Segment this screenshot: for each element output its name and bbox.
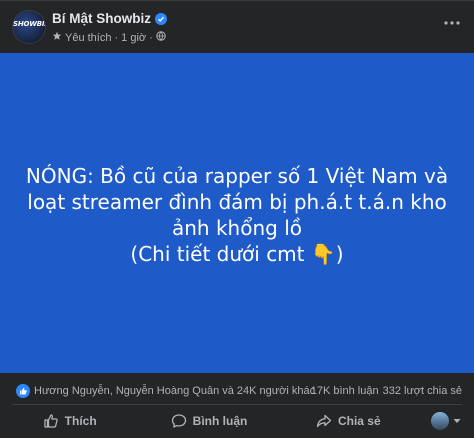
share-icon [316, 414, 332, 428]
post-stats: Hương Nguyễn, Nguyễn Hoàng Quân và 24K n… [0, 381, 474, 403]
avatar-logo-text: SHOWBIZ [13, 20, 46, 28]
page-name[interactable]: Bí Mật Showbiz [52, 11, 167, 26]
post-header: SHOWBIZ Bí Mật Showbiz Yêu thích · 1 giờ… [0, 1, 474, 53]
post-text-banner[interactable]: NÓNG: Bồ cũ của rapper số 1 Việt Nam và … [0, 53, 474, 373]
post-time[interactable]: 1 giờ [121, 32, 146, 44]
audience-globe-icon[interactable] [156, 31, 166, 44]
post-as-profile-selector[interactable] [418, 412, 474, 430]
comment-button[interactable]: Bình luận [139, 406, 278, 436]
shares-count[interactable]: 332 lượt chia sẻ [383, 385, 462, 397]
post-card: SHOWBIZ Bí Mật Showbiz Yêu thích · 1 giờ… [0, 0, 474, 438]
more-horizontal-icon [444, 21, 460, 25]
headline-line: ảnh khổng lồ [172, 216, 302, 240]
engagement-counts: 17K bình luận 332 lượt chia sẻ [311, 385, 462, 397]
verified-badge-icon [155, 12, 167, 25]
reactors-summary[interactable]: Hương Nguyễn, Nguyễn Hoàng Quân và 24K n… [34, 385, 315, 397]
like-icon [44, 414, 58, 428]
like-button[interactable]: Thích [0, 406, 139, 436]
page-name-label[interactable]: Bí Mật Showbiz [52, 11, 151, 26]
share-button[interactable]: Chia sẻ [279, 406, 418, 436]
chevron-down-icon [453, 419, 461, 423]
like-reaction-icon[interactable] [16, 384, 30, 398]
more-options-button[interactable] [440, 13, 464, 33]
meta-separator: · [149, 31, 153, 44]
favorite-icon [52, 31, 62, 44]
comment-icon [171, 414, 186, 428]
post-headline: NÓNG: Bồ cũ của rapper số 1 Việt Nam và … [17, 163, 457, 267]
comments-count[interactable]: 17K bình luận [311, 385, 379, 397]
share-label: Chia sẻ [337, 414, 381, 428]
headline-line: NÓNG: Bồ cũ của rapper số 1 Việt Nam và [25, 164, 449, 188]
page-avatar[interactable]: SHOWBIZ [12, 10, 46, 44]
meta-separator: · [114, 31, 119, 44]
headline-line: (Chi tiết dưới cmt 👇) [130, 242, 344, 266]
post-actions: Thích Bình luận Chia sẻ [0, 405, 474, 437]
headline-line: loạt streamer đình đám bị ph.á.t t.á.n k… [27, 190, 447, 214]
profile-avatar [430, 412, 449, 430]
comment-label: Bình luận [192, 414, 248, 428]
post-meta: Yêu thích · 1 giờ · [52, 31, 166, 44]
like-label: Thích [64, 414, 97, 428]
favorite-label: Yêu thích [65, 31, 112, 44]
